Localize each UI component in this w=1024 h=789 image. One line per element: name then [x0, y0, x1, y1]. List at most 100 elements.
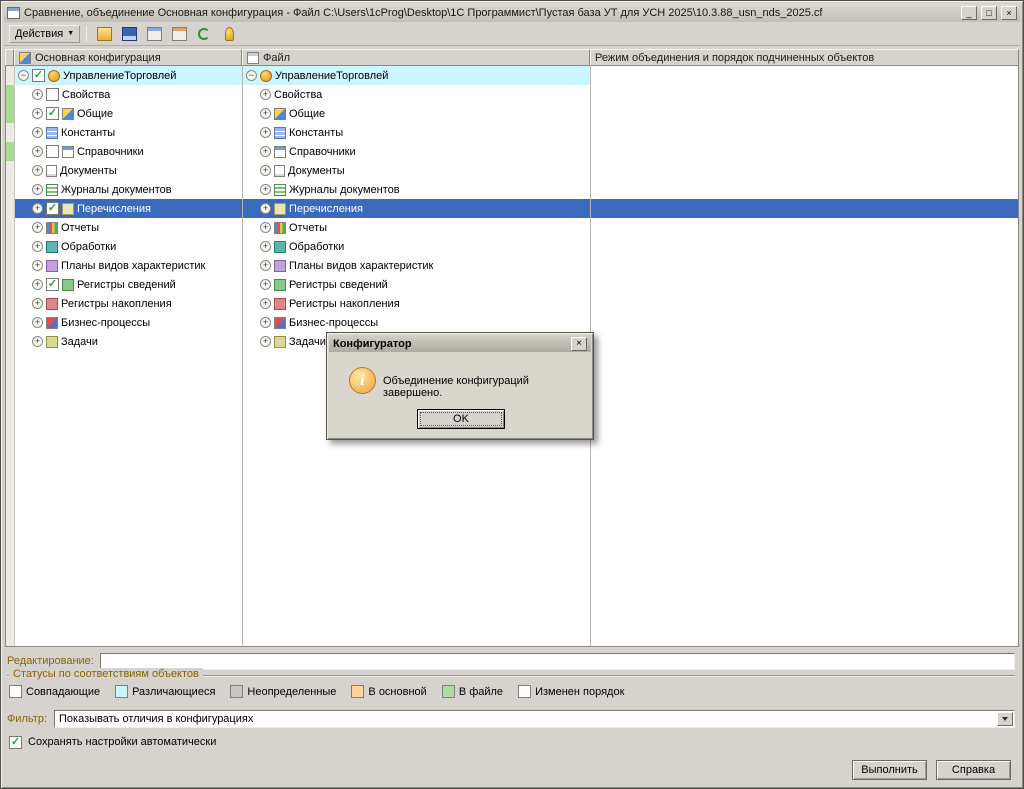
key-icon-button[interactable] — [218, 24, 240, 44]
tree-row-mode[interactable] — [591, 66, 1018, 85]
expand-icon[interactable]: + — [260, 317, 271, 328]
tree-row-mode[interactable] — [591, 161, 1018, 180]
tree-row-mode[interactable] — [591, 180, 1018, 199]
row-checkbox[interactable] — [46, 145, 59, 158]
minimize-button[interactable]: _ — [961, 6, 977, 20]
folder-icon-button[interactable] — [93, 24, 115, 44]
expand-icon[interactable]: + — [260, 336, 271, 347]
tree-row-file[interactable]: +Регистры накопления — [243, 294, 590, 313]
row-checkbox[interactable]: ✓ — [46, 278, 59, 291]
tree-row-main[interactable]: +✓Общие — [15, 104, 242, 123]
expand-icon[interactable]: + — [32, 222, 43, 233]
row-checkbox[interactable] — [46, 88, 59, 101]
tree-row-file[interactable]: +Свойства — [243, 85, 590, 104]
tree-row-file[interactable]: +Бизнес-процессы — [243, 313, 590, 332]
expand-icon[interactable]: + — [32, 241, 43, 252]
editing-label: Редактирование: — [7, 655, 94, 667]
autosave-checkbox[interactable]: ✓ — [9, 736, 22, 749]
tree-row-main[interactable]: +Планы видов характеристик — [15, 256, 242, 275]
filter-combobox[interactable]: Показывать отличия в конфигурациях — [54, 710, 1015, 728]
tree-row-file[interactable]: +Регистры сведений — [243, 275, 590, 294]
expand-icon[interactable]: + — [32, 127, 43, 138]
tree-row-file[interactable]: +Справочники — [243, 142, 590, 161]
tree-row-main[interactable]: +✓Регистры сведений — [15, 275, 242, 294]
expand-icon[interactable]: + — [32, 146, 43, 157]
combo-arrow-button[interactable] — [997, 712, 1013, 726]
comparison-settings-icon-button[interactable] — [143, 24, 165, 44]
expand-icon[interactable]: + — [32, 260, 43, 271]
expand-icon[interactable]: + — [260, 165, 271, 176]
expand-icon[interactable]: + — [32, 108, 43, 119]
tree-row-main[interactable]: +✓Перечисления — [15, 199, 242, 218]
expand-icon[interactable]: + — [260, 127, 271, 138]
collapse-icon[interactable]: − — [18, 70, 29, 81]
expand-icon[interactable]: + — [260, 279, 271, 290]
tree-row-main[interactable]: +Константы — [15, 123, 242, 142]
row-checkbox[interactable]: ✓ — [46, 107, 59, 120]
tree-row-mode[interactable] — [591, 218, 1018, 237]
expand-icon[interactable]: + — [260, 146, 271, 157]
tree-row-file[interactable]: +Общие — [243, 104, 590, 123]
tree-row-file[interactable]: +Журналы документов — [243, 180, 590, 199]
run-button[interactable]: Выполнить — [852, 760, 927, 780]
merge-settings-icon-button[interactable] — [168, 24, 190, 44]
tree-row-mode[interactable] — [591, 104, 1018, 123]
tree-row-mode[interactable] — [591, 123, 1018, 142]
tree-row-file[interactable]: +Перечисления — [243, 199, 590, 218]
expand-icon[interactable]: + — [260, 203, 271, 214]
expand-icon[interactable]: + — [260, 184, 271, 195]
tree-row-main[interactable]: +Обработки — [15, 237, 242, 256]
expand-icon[interactable]: + — [32, 165, 43, 176]
tree-row-mode[interactable] — [591, 256, 1018, 275]
tree-row-main[interactable]: +Отчеты — [15, 218, 242, 237]
expand-icon[interactable]: + — [260, 241, 271, 252]
expand-icon[interactable]: + — [32, 89, 43, 100]
tree-row-main[interactable]: +Регистры накопления — [15, 294, 242, 313]
tree-row-main[interactable]: +Журналы документов — [15, 180, 242, 199]
tree-row-main[interactable]: −✓УправлениеТорговлей — [15, 66, 242, 85]
actions-menu-button[interactable]: Действия ▼ — [9, 25, 80, 43]
help-button[interactable]: Справка — [936, 760, 1011, 780]
expand-icon[interactable]: + — [260, 222, 271, 233]
expand-icon[interactable]: + — [32, 317, 43, 328]
expand-icon[interactable]: + — [32, 336, 43, 347]
tree-row-main[interactable]: +Справочники — [15, 142, 242, 161]
save-icon-button[interactable] — [118, 24, 140, 44]
tree-row-mode[interactable] — [591, 237, 1018, 256]
tree-row-file[interactable]: −УправлениеТорговлей — [243, 66, 590, 85]
expand-icon[interactable]: + — [260, 298, 271, 309]
tree-row-mode[interactable] — [591, 142, 1018, 161]
refresh-icon-button[interactable] — [193, 24, 215, 44]
tree-row-main[interactable]: +Бизнес-процессы — [15, 313, 242, 332]
tree-row-mode[interactable] — [591, 332, 1018, 351]
tree-row-file[interactable]: +Обработки — [243, 237, 590, 256]
row-checkbox[interactable]: ✓ — [32, 69, 45, 82]
dialog-close-button[interactable]: × — [571, 337, 587, 351]
document-icon — [274, 165, 285, 177]
collapse-icon[interactable]: − — [246, 70, 257, 81]
tree-row-mode[interactable] — [591, 85, 1018, 104]
editing-input[interactable] — [100, 653, 1015, 670]
tree-row-mode[interactable] — [591, 294, 1018, 313]
tree-row-main[interactable]: +Свойства — [15, 85, 242, 104]
close-button[interactable]: × — [1001, 6, 1017, 20]
expand-icon[interactable]: + — [260, 89, 271, 100]
expand-icon[interactable]: + — [32, 298, 43, 309]
expand-icon[interactable]: + — [32, 279, 43, 290]
tree-row-main[interactable]: +Задачи — [15, 332, 242, 351]
tree-row-mode[interactable] — [591, 313, 1018, 332]
tree-row-mode[interactable] — [591, 275, 1018, 294]
ok-button[interactable]: OK — [417, 409, 505, 429]
tree-row-mode[interactable] — [591, 199, 1018, 218]
row-checkbox[interactable]: ✓ — [46, 202, 59, 215]
tree-row-file[interactable]: +Планы видов характеристик — [243, 256, 590, 275]
tree-row-file[interactable]: +Отчеты — [243, 218, 590, 237]
expand-icon[interactable]: + — [32, 184, 43, 195]
expand-icon[interactable]: + — [260, 260, 271, 271]
expand-icon[interactable]: + — [32, 203, 43, 214]
expand-icon[interactable]: + — [260, 108, 271, 119]
maximize-button[interactable]: □ — [981, 6, 997, 20]
tree-row-file[interactable]: +Константы — [243, 123, 590, 142]
tree-row-main[interactable]: +Документы — [15, 161, 242, 180]
tree-row-file[interactable]: +Документы — [243, 161, 590, 180]
